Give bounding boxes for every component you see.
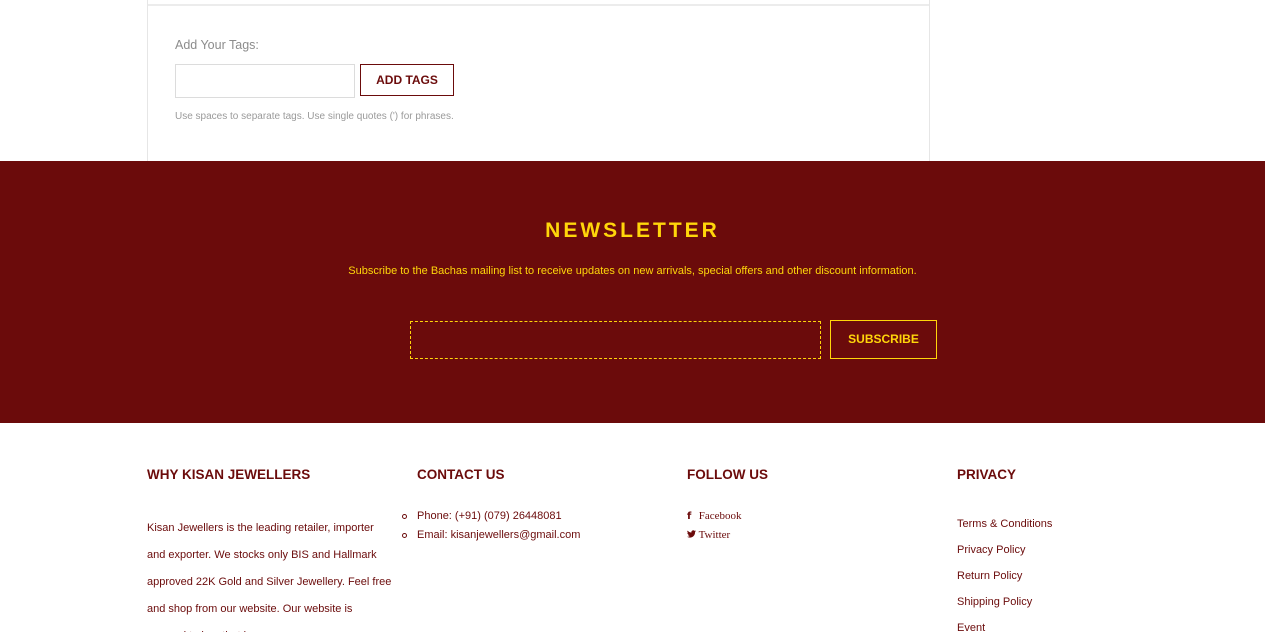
footer-contact-title: CONTACT US (417, 467, 505, 482)
privacy-links: Terms & Conditions Privacy Policy Return… (957, 511, 1157, 632)
subscribe-button[interactable]: SUBSCRIBE (830, 320, 937, 359)
tags-panel: Add Your Tags: ADD TAGS Use spaces to se… (147, 0, 930, 161)
add-tags-button[interactable]: ADD TAGS (360, 64, 454, 96)
newsletter-email-input[interactable] (410, 321, 821, 359)
social-links: f Facebook Twitter (687, 507, 887, 545)
footer-follow-column: FOLLOW US f Facebook Twitter (687, 467, 887, 545)
return-policy-link[interactable]: Return Policy (957, 563, 1157, 589)
footer-why-title: WHY KISAN JEWELLERS (147, 467, 311, 482)
footer-contact-column: CONTACT US Phone: (+91) (079) 26448081 E… (402, 467, 657, 545)
shipping-policy-link[interactable]: Shipping Policy (957, 589, 1157, 615)
bullet-icon (402, 514, 407, 519)
contact-phone: Phone: (+91) (079) 26448081 (402, 507, 657, 526)
tags-help-text: Use spaces to separate tags. Use single … (175, 111, 454, 122)
facebook-link[interactable]: f Facebook (687, 507, 887, 526)
bullet-icon (402, 533, 407, 538)
privacy-policy-link[interactable]: Privacy Policy (957, 537, 1157, 563)
twitter-link[interactable]: Twitter (687, 526, 887, 545)
divider (148, 4, 929, 6)
newsletter-section: NEWSLETTER Subscribe to the Bachas maili… (0, 161, 1265, 423)
newsletter-subtitle: Subscribe to the Bachas mailing list to … (348, 265, 917, 277)
newsletter-title: NEWSLETTER (545, 219, 720, 242)
twitter-icon (687, 526, 696, 545)
footer-follow-title: FOLLOW US (687, 467, 768, 482)
facebook-icon: f (687, 511, 692, 522)
footer-privacy-title: PRIVACY (957, 467, 1017, 482)
footer-why-text: Kisan Jewellers is the leading retailer,… (147, 522, 392, 632)
tags-label: Add Your Tags: (175, 38, 259, 52)
tags-input[interactable] (175, 64, 355, 98)
event-link[interactable]: Event (957, 615, 1157, 632)
footer-why-column: WHY KISAN JEWELLERS Kisan Jewellers is t… (147, 467, 392, 632)
terms-link[interactable]: Terms & Conditions (957, 511, 1157, 537)
contact-email[interactable]: Email: kisanjewellers@gmail.com (402, 526, 657, 545)
footer-privacy-column: PRIVACY Terms & Conditions Privacy Polic… (957, 467, 1157, 632)
contact-list: Phone: (+91) (079) 26448081 Email: kisan… (402, 507, 657, 545)
